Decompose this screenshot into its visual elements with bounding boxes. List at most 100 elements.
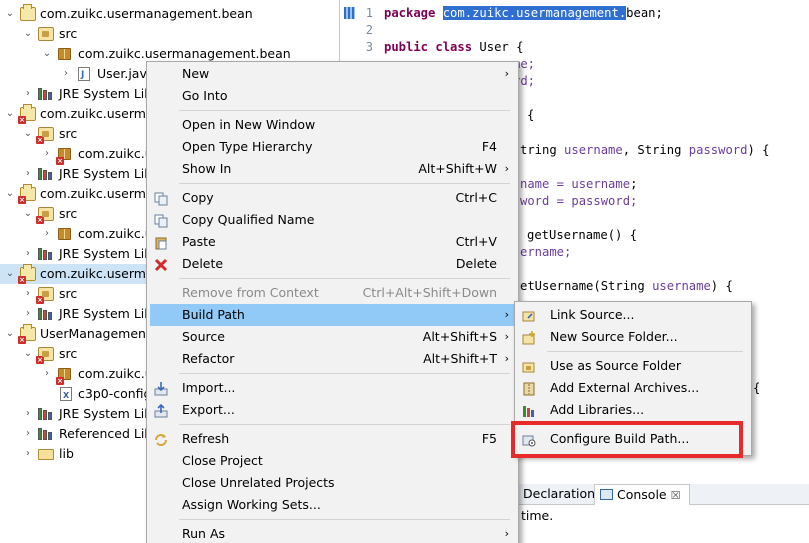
code-text: User { — [479, 40, 524, 54]
tree-label: src — [59, 126, 78, 141]
menu-item-open-in-new-window[interactable]: Open in New Window — [150, 114, 515, 136]
menu-item-export[interactable]: Export... — [150, 399, 515, 421]
tab-declaration[interactable]: Declaration — [518, 484, 600, 505]
menu-item-run-as[interactable]: Run As › — [150, 523, 515, 543]
refresh-icon — [154, 432, 168, 446]
add-external-archives-icon — [522, 381, 536, 396]
collapse-arrow-icon[interactable]: ⌄ — [4, 324, 16, 344]
menu-separator — [179, 373, 510, 374]
menu-item-link-source[interactable]: Link Source... — [518, 304, 746, 326]
tab-console[interactable]: Console ☒ — [594, 484, 690, 505]
line-number: 2 — [365, 23, 373, 37]
expand-arrow-icon[interactable]: › — [41, 144, 53, 164]
expand-arrow-icon[interactable]: › — [22, 244, 34, 264]
menu-accelerator: F4 — [481, 139, 497, 154]
code-selection: com.zuikc.usermanagement. — [442, 6, 627, 20]
menu-item-open-type-hierarchy[interactable]: Open Type Hierarchy F4 — [150, 136, 515, 158]
menu-item-paste[interactable]: Paste Ctrl+V — [150, 231, 515, 253]
code-fragment: etUsername(String username) { — [520, 279, 733, 293]
menu-item-source[interactable]: Source Alt+Shift+S › — [150, 326, 515, 348]
tree-label: src — [59, 206, 78, 221]
project-icon — [20, 4, 36, 21]
menu-separator — [179, 519, 510, 520]
code-text: bean; — [626, 6, 663, 20]
expand-arrow-icon[interactable]: › — [22, 284, 34, 304]
menu-item-copy[interactable]: Copy Ctrl+C — [150, 187, 515, 209]
tree-label: com.zuikc.usermanagement.bean — [40, 6, 253, 21]
project-icon: × — [18, 184, 36, 204]
collapse-arrow-icon[interactable]: ⌄ — [22, 124, 34, 144]
delete-icon — [154, 257, 168, 272]
context-menu: New › Go Into Open in New Window Open Typ… — [146, 61, 519, 543]
copy-qualified-icon — [154, 213, 168, 228]
menu-item-go-into[interactable]: Go Into — [150, 85, 515, 107]
source-folder-icon: × — [36, 287, 54, 304]
tree-label: Referenced Lib — [59, 426, 153, 441]
collapse-arrow-icon[interactable]: ⌄ — [4, 4, 16, 24]
menu-item-add-libraries[interactable]: Add Libraries... — [518, 399, 746, 421]
menu-item-delete[interactable]: Delete Delete — [150, 253, 515, 275]
expand-arrow-icon[interactable]: › — [22, 404, 34, 424]
menu-separator — [547, 351, 743, 352]
error-icon: × — [18, 336, 26, 344]
menu-accelerator: Ctrl+C — [455, 190, 497, 205]
error-icon: × — [18, 196, 26, 204]
menu-accelerator: Alt+Shift+S — [422, 329, 497, 344]
expand-arrow-icon[interactable]: › — [22, 424, 34, 444]
library-icon — [38, 408, 54, 420]
menu-item-show-in[interactable]: Show In Alt+Shift+W › — [150, 158, 515, 180]
menu-item-add-external-archives[interactable]: Add External Archives... — [518, 377, 746, 399]
menu-accelerator: Alt+Shift+T — [423, 351, 497, 366]
menu-item-copy-qualified-name[interactable]: Copy Qualified Name — [150, 209, 515, 231]
menu-item-refresh[interactable]: Refresh F5 — [150, 428, 515, 450]
tree-row-project-bean[interactable]: ⌄ com.zuikc.usermanagement.bean — [0, 4, 340, 24]
code-line-package[interactable]: package com.zuikc.usermanagement.bean; — [384, 5, 663, 22]
add-libraries-icon — [522, 403, 536, 417]
menu-item-new[interactable]: New › — [150, 63, 515, 85]
export-icon — [154, 403, 168, 418]
expand-arrow-icon[interactable]: › — [22, 164, 34, 184]
source-folder-icon — [38, 27, 54, 41]
expand-arrow-icon[interactable]: › — [22, 84, 34, 104]
collapse-arrow-icon[interactable]: ⌄ — [22, 204, 34, 224]
menu-item-refactor[interactable]: Refactor Alt+Shift+T › — [150, 348, 515, 370]
code-fragment: { — [527, 108, 535, 122]
occurrence-marker-icon — [344, 7, 355, 19]
collapse-arrow-icon[interactable]: ⌄ — [4, 104, 16, 124]
package-icon — [58, 228, 71, 240]
expand-arrow-icon[interactable]: › — [41, 224, 53, 244]
tab-label: Declaration — [523, 486, 596, 501]
console-output: time. — [521, 508, 554, 523]
library-icon — [38, 428, 54, 440]
menu-item-close-project[interactable]: Close Project — [150, 450, 515, 472]
menu-accelerator: Ctrl+V — [455, 234, 497, 249]
menu-item-new-source-folder[interactable]: New Source Folder... — [518, 326, 746, 348]
expand-arrow-icon[interactable]: › — [22, 444, 34, 464]
collapse-arrow-icon[interactable]: ⌄ — [4, 184, 16, 204]
tree-label: com.zuikc.u — [78, 146, 153, 161]
expand-arrow-icon[interactable]: › — [22, 304, 34, 324]
menu-item-use-as-source-folder[interactable]: Use as Source Folder — [518, 355, 746, 377]
menu-item-assign-working-sets[interactable]: Assign Working Sets... — [150, 494, 515, 516]
collapse-arrow-icon[interactable]: ⌄ — [22, 344, 34, 364]
menu-item-build-path[interactable]: Build Path › — [150, 304, 515, 326]
import-icon — [154, 381, 168, 396]
code-line-class[interactable]: public class User { — [384, 39, 523, 56]
collapse-arrow-icon[interactable]: ⌄ — [22, 24, 34, 44]
collapse-arrow-icon[interactable]: ⌄ — [41, 44, 53, 64]
code-fragment: getUsername() { — [527, 228, 638, 242]
tree-row-src[interactable]: ⌄ src — [0, 24, 340, 44]
project-icon: × — [18, 264, 36, 284]
console-icon — [600, 489, 613, 500]
expand-arrow-icon[interactable]: › — [41, 364, 53, 384]
error-icon: × — [18, 276, 26, 284]
menu-item-close-unrelated-projects[interactable]: Close Unrelated Projects — [150, 472, 515, 494]
tab-label: Console — [616, 487, 667, 502]
expand-arrow-icon[interactable]: › — [60, 64, 72, 84]
collapse-arrow-icon[interactable]: ⌄ — [4, 264, 16, 284]
eclipse-workbench: ⌄ com.zuikc.usermanagement.bean ⌄ src ⌄ … — [0, 0, 809, 543]
package-icon: × — [56, 148, 71, 165]
tree-label: JRE System Lib — [59, 246, 153, 261]
close-icon[interactable]: ☒ — [671, 489, 681, 502]
menu-item-import[interactable]: Import... — [150, 377, 515, 399]
